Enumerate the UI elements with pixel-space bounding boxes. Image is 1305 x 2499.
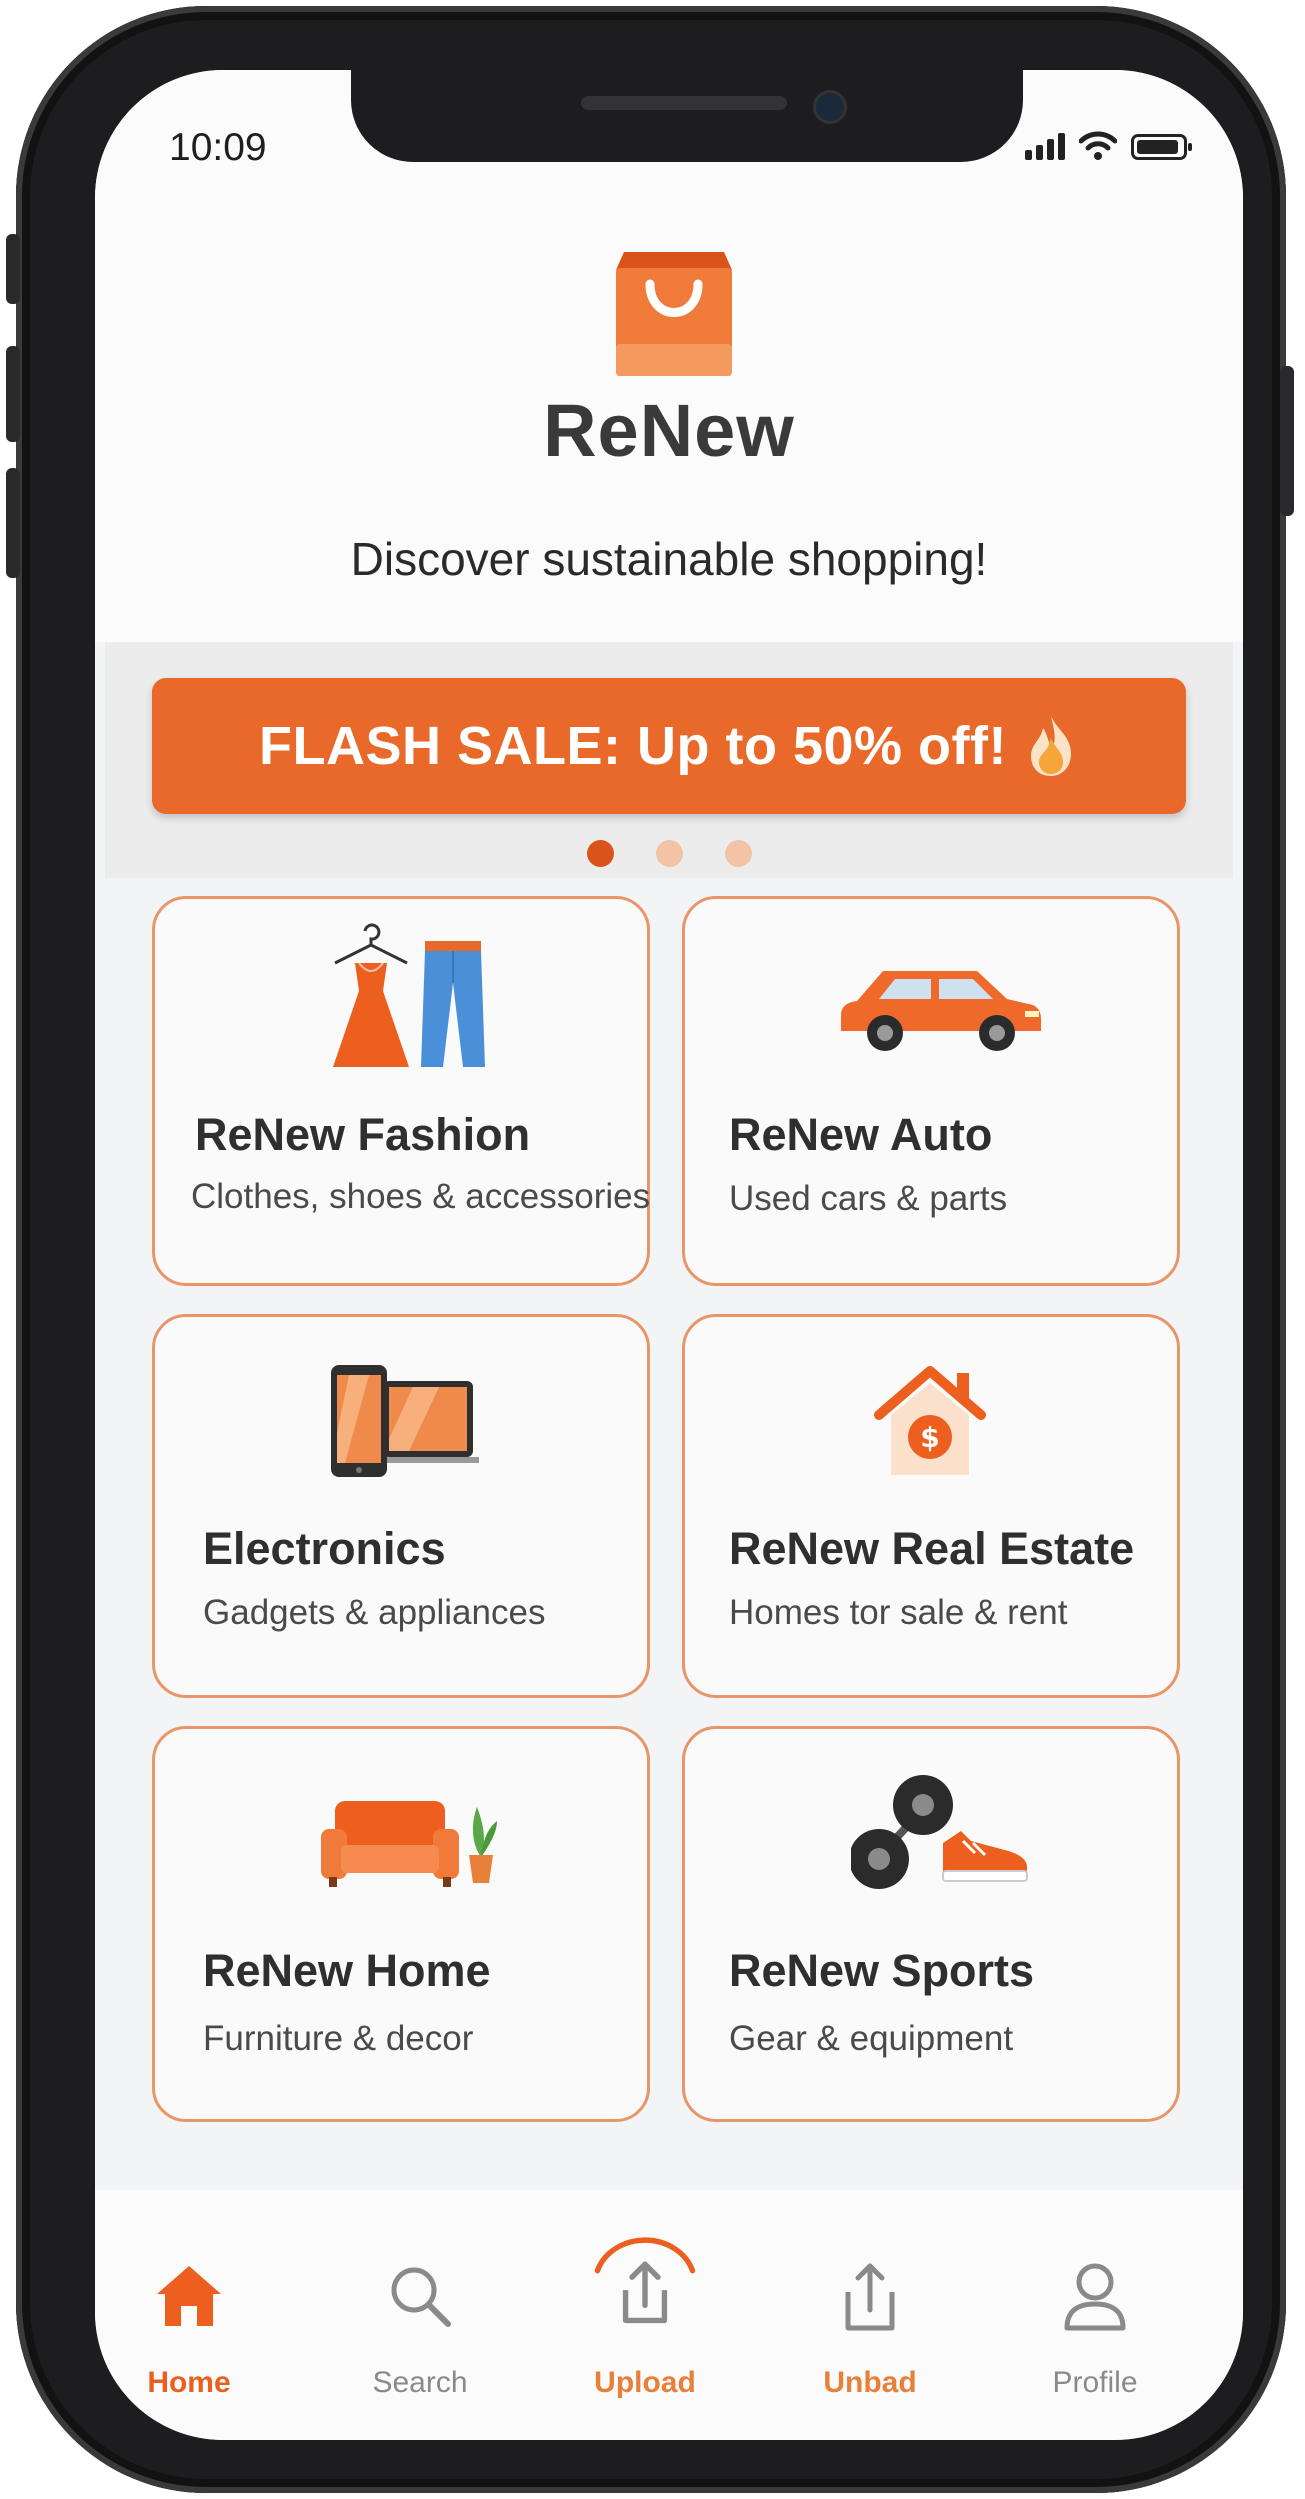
notch [351,70,1023,162]
battery-icon [1131,134,1192,160]
category-card-home[interactable]: ReNew Home Furniture & decor [152,1726,650,2122]
category-subtitle: Homes tor sale & rent [729,1593,1068,1632]
category-card-auto[interactable]: ReNew Auto Used cars & parts [682,896,1180,1286]
category-title: ReNew Sports [729,1945,1035,1996]
fire-icon [1030,716,1071,776]
sofa-plant-icon [321,1801,497,1887]
tab-profile[interactable]: Profile [995,2190,1195,2399]
tab-label: Profile [1052,2366,1138,2399]
profile-icon [1064,2263,1126,2331]
dumbbell-sneaker-icon [851,1775,1028,1889]
tab-label: Search [372,2366,468,2399]
app-title: ReNew [543,389,795,472]
category-subtitle: Gadgets & appliances [203,1593,546,1632]
category-title: ReNew Real Estate [729,1523,1135,1574]
upload-icon [594,2237,696,2324]
tab-upload[interactable]: Upload [545,2190,745,2399]
front-camera [813,90,847,124]
carousel-dot-3[interactable] [725,840,752,867]
carousel-dots [95,840,1243,870]
clothing-icon [333,923,485,1067]
wifi-icon [1079,131,1117,160]
status-time: 10:09 [169,126,267,169]
cellular-signal-icon [1025,132,1065,160]
tab-unbad[interactable]: Unbad [770,2190,970,2399]
category-title: Electronics [203,1523,446,1574]
category-card-sports[interactable]: ReNew Sports Gear & equipment [682,1726,1180,2122]
category-title: ReNew Home [203,1945,491,1996]
volume-down-button [6,468,20,578]
devices-icon [331,1365,479,1477]
category-subtitle: Clothes, shoes & accessories [191,1177,651,1216]
search-icon [391,2267,451,2327]
bottom-tab-bar: Home Search Upload Unbad Profile [95,2190,1243,2440]
share-icon [845,2263,895,2331]
category-title: ReNew Fashion [195,1109,531,1160]
banner-text: FLASH SALE: Up to 50% off! [259,716,1007,776]
status-icons [1025,130,1192,160]
power-button [1280,366,1294,516]
phone-frame: ReNew Discover sustainable shopping! 10:… [6,6,1294,2493]
home-icon [157,2266,221,2326]
category-title: ReNew Auto [729,1109,993,1160]
shopping-bag-logo-icon [616,252,732,376]
tab-label: Home [147,2366,231,2399]
carousel-dot-1[interactable] [587,840,614,867]
tab-home[interactable]: Home [95,2190,295,2399]
volume-up-button [6,346,20,442]
carousel-dot-2[interactable] [656,840,683,867]
category-card-real-estate[interactable]: $ ReNew Real Estate Homes tor sale & ren… [682,1314,1180,1698]
house-dollar-icon: $ [874,1366,986,1475]
category-subtitle: Gear & equipment [729,2019,1014,2058]
svg-text:$: $ [920,1421,939,1454]
tagline: Discover sustainable shopping! [350,533,988,585]
flash-sale-banner[interactable]: FLASH SALE: Up to 50% off! [152,678,1186,814]
screen: ReNew Discover sustainable shopping! 10:… [95,70,1243,2440]
category-card-electronics[interactable]: Electronics Gadgets & appliances [152,1314,650,1698]
category-card-fashion[interactable]: ReNew Fashion Clothes, shoes & accessori… [152,896,650,1286]
speaker-grille [581,96,787,110]
car-icon [841,971,1041,1051]
category-subtitle: Used cars & parts [729,1179,1008,1218]
category-subtitle: Furniture & decor [203,2019,474,2058]
tab-label: Unbad [823,2366,917,2399]
tab-search[interactable]: Search [320,2190,520,2399]
tab-label: Upload [594,2366,696,2399]
mute-switch [6,234,20,304]
